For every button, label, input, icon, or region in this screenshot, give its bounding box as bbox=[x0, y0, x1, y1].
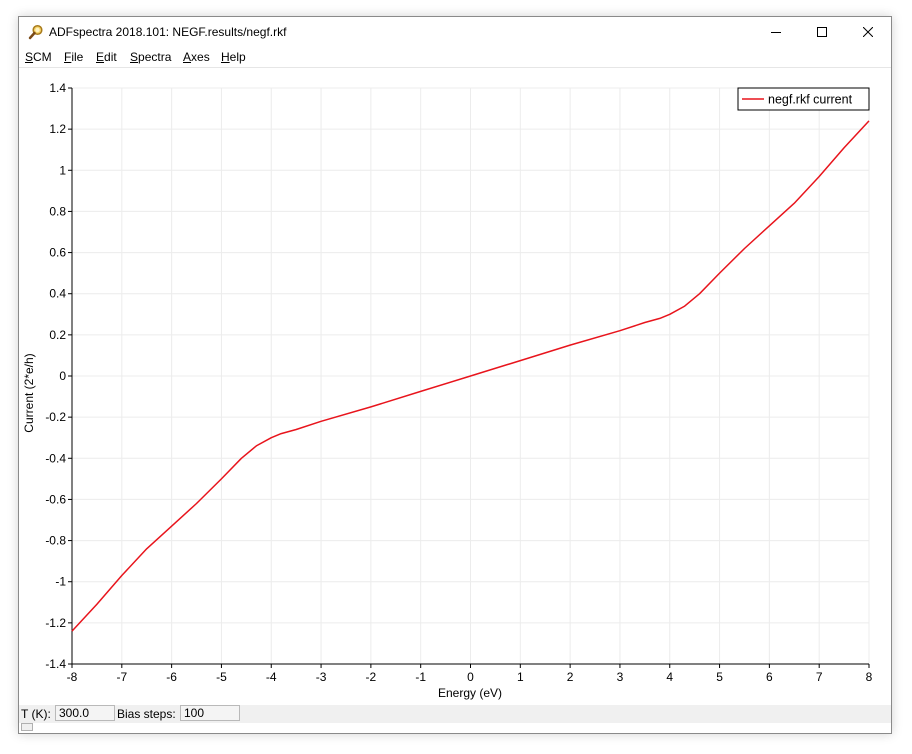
menu-help[interactable]: Help bbox=[221, 50, 246, 64]
x-tick-label: 8 bbox=[866, 670, 873, 684]
x-tick-label: -8 bbox=[67, 670, 78, 684]
menu-edit[interactable]: Edit bbox=[96, 50, 117, 64]
y-tick-label: -0.6 bbox=[45, 492, 66, 506]
menu-bar: SCM File Edit Spectra Axes Help bbox=[19, 47, 891, 68]
x-tick-label: 1 bbox=[517, 670, 524, 684]
window-title: ADFspectra 2018.101: NEGF.results/negf.r… bbox=[49, 25, 287, 39]
y-tick-label: 0.6 bbox=[49, 246, 66, 260]
current-chart[interactable]: -8 -7 -6 -5 -4 -3 -2 -1 0 1 2 3 4 5 6 7 8 -1.4 -1.2 -1 -0.8 -… bbox=[19, 68, 891, 704]
y-tick-label: -1.2 bbox=[45, 616, 66, 630]
x-tick-label: 7 bbox=[816, 670, 823, 684]
minimize-button[interactable] bbox=[753, 17, 799, 47]
y-tick-label: -1 bbox=[55, 575, 66, 589]
x-tick-label: -2 bbox=[366, 670, 377, 684]
x-tick-label: 6 bbox=[766, 670, 773, 684]
tick-labels: -8 -7 -6 -5 -4 -3 -2 -1 0 1 2 3 4 5 6 7 8 -1.4 -1.2 -1 -0.8 -… bbox=[45, 81, 872, 684]
x-tick-label: -3 bbox=[316, 670, 327, 684]
y-tick-label: 0.8 bbox=[49, 204, 66, 218]
x-tick-label: -5 bbox=[216, 670, 227, 684]
maximize-icon bbox=[817, 27, 827, 37]
close-button[interactable] bbox=[845, 17, 891, 47]
menu-scm[interactable]: SCM bbox=[25, 50, 52, 64]
menu-spectra[interactable]: Spectra bbox=[130, 50, 171, 64]
bias-steps-field[interactable] bbox=[180, 705, 240, 721]
app-window: ADFspectra 2018.101: NEGF.results/negf.r… bbox=[18, 16, 892, 734]
x-tick-label: 3 bbox=[617, 670, 624, 684]
y-axis-label: Current (2*e/h) bbox=[22, 353, 36, 432]
x-tick-label: -4 bbox=[266, 670, 277, 684]
maximize-button[interactable] bbox=[799, 17, 845, 47]
plot-area[interactable]: -8 -7 -6 -5 -4 -3 -2 -1 0 1 2 3 4 5 6 7 8 -1.4 -1.2 -1 -0.8 -… bbox=[19, 68, 891, 704]
x-axis-label: Energy (eV) bbox=[438, 686, 502, 700]
y-tick-label: 1 bbox=[59, 163, 66, 177]
y-tick-label: -1.4 bbox=[45, 657, 66, 671]
bottom-strip bbox=[19, 723, 891, 733]
menu-file[interactable]: File bbox=[64, 50, 83, 64]
close-icon bbox=[863, 27, 873, 37]
x-tick-label: 0 bbox=[467, 670, 474, 684]
x-tick-label: -1 bbox=[415, 670, 426, 684]
legend[interactable]: negf.rkf current bbox=[737, 87, 870, 111]
x-tick-label: 2 bbox=[567, 670, 574, 684]
x-tick-label: 5 bbox=[716, 670, 723, 684]
y-tick-label: 1.4 bbox=[49, 81, 66, 95]
temperature-field[interactable] bbox=[55, 705, 115, 721]
x-tick-label: -6 bbox=[166, 670, 177, 684]
x-tick-label: -7 bbox=[116, 670, 127, 684]
minimize-icon bbox=[771, 32, 781, 33]
resize-grip[interactable] bbox=[21, 723, 33, 731]
y-tick-label: -0.2 bbox=[45, 410, 66, 424]
status-bar: T (K): Bias steps: bbox=[19, 705, 891, 723]
title-bar[interactable]: ADFspectra 2018.101: NEGF.results/negf.r… bbox=[19, 17, 891, 47]
y-tick-label: -0.8 bbox=[45, 534, 66, 548]
y-tick-label: 1.2 bbox=[49, 122, 66, 136]
y-tick-label: 0.2 bbox=[49, 328, 66, 342]
legend-label: negf.rkf current bbox=[768, 93, 853, 107]
temperature-label: T (K): bbox=[21, 707, 51, 721]
x-tick-label: 4 bbox=[666, 670, 673, 684]
y-tick-label: 0 bbox=[59, 369, 66, 383]
menu-axes[interactable]: Axes bbox=[183, 50, 210, 64]
magnifier-app-icon bbox=[28, 24, 43, 40]
y-tick-label: -0.4 bbox=[45, 451, 66, 465]
y-tick-label: 0.4 bbox=[49, 287, 66, 301]
bias-steps-label: Bias steps: bbox=[117, 707, 176, 721]
axes bbox=[68, 87, 870, 668]
